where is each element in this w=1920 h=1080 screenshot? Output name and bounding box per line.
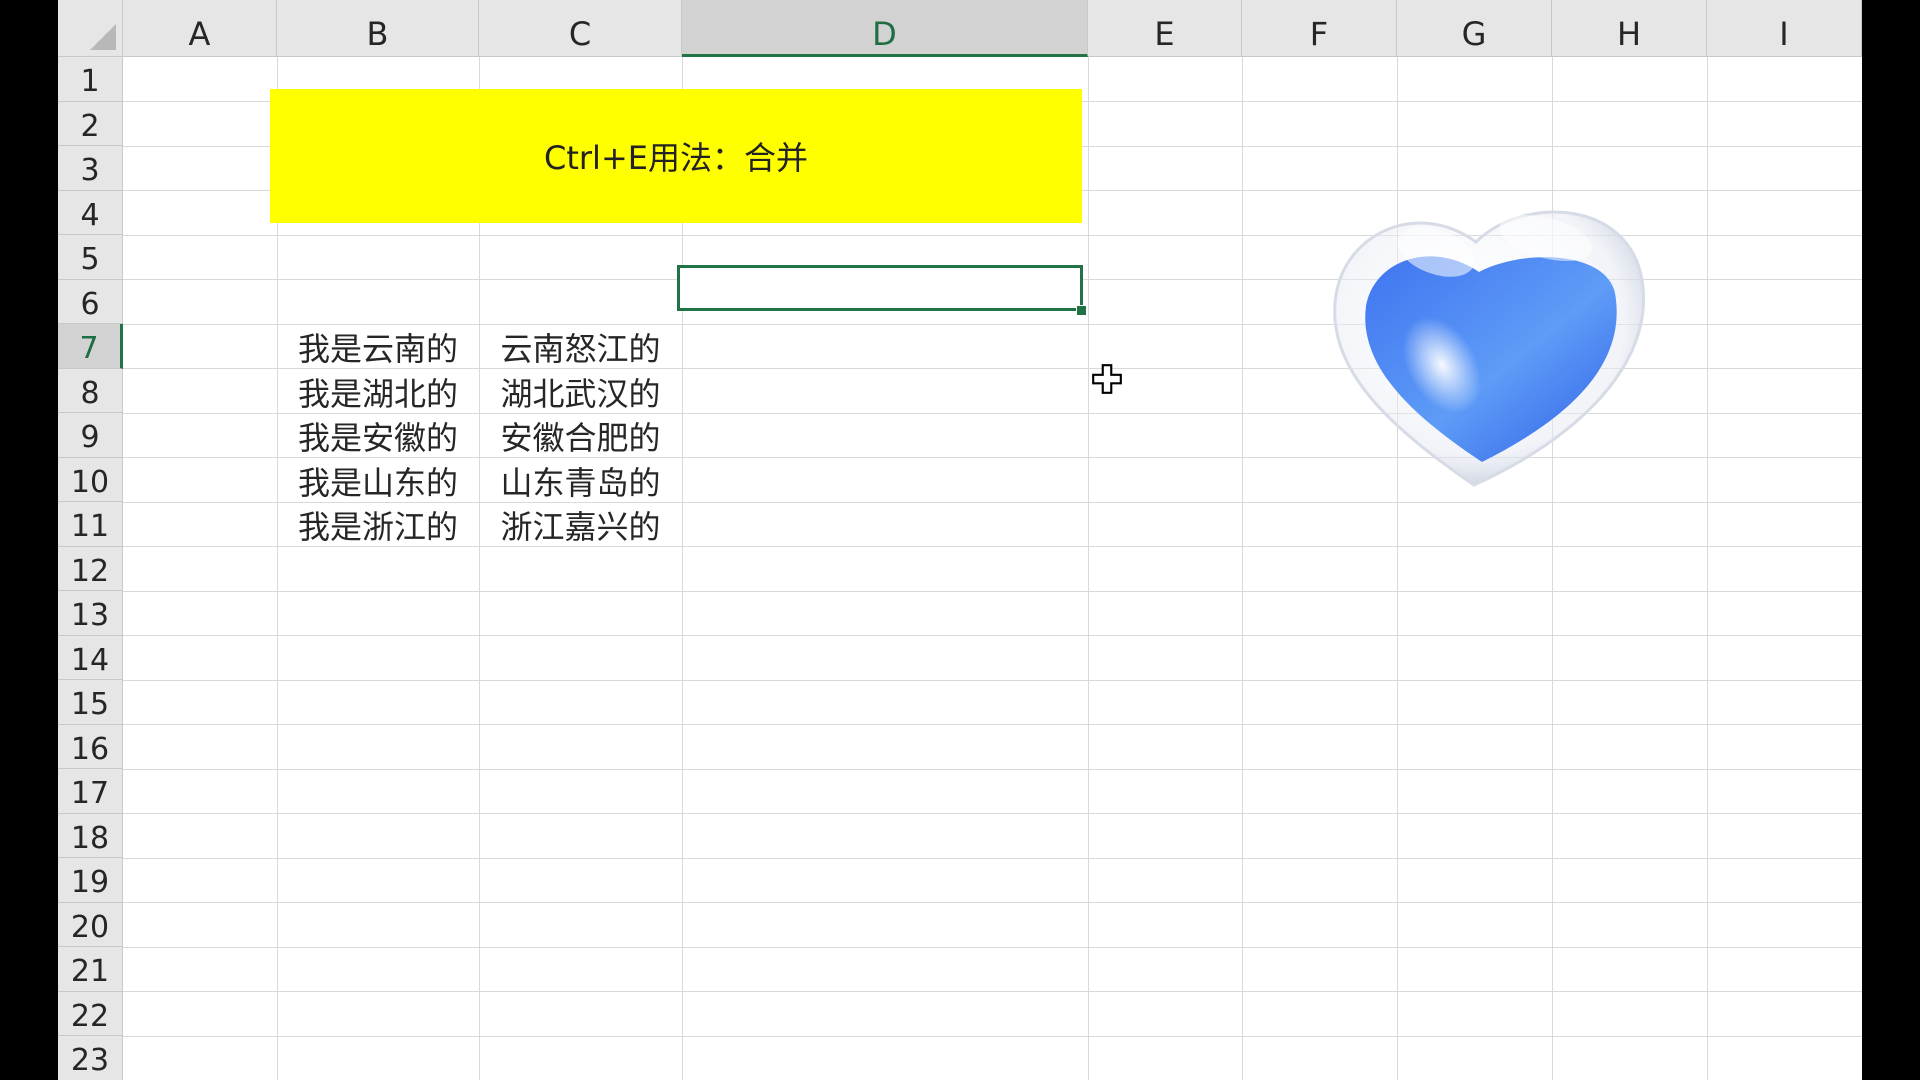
title-banner-merged-cell[interactable]: Ctrl+E用法：合并	[270, 89, 1082, 223]
cell-c9[interactable]: 安徽合肥的	[479, 413, 682, 458]
row-header-6[interactable]: 6	[58, 279, 123, 324]
row-header-16[interactable]: 16	[58, 724, 123, 769]
row-header-4[interactable]: 4	[58, 190, 123, 235]
row-header-20[interactable]: 20	[58, 902, 123, 947]
row-header-8[interactable]: 8	[58, 368, 123, 413]
gridline	[123, 902, 1862, 903]
row-header-5[interactable]: 5	[58, 235, 123, 280]
cell-c8[interactable]: 湖北武汉的	[479, 369, 682, 414]
gridline	[123, 991, 1862, 992]
row-header-19[interactable]: 19	[58, 858, 123, 903]
row-header-22[interactable]: 22	[58, 991, 123, 1036]
gridline	[123, 679, 1862, 681]
gridline	[1707, 57, 1708, 1080]
gridline	[1242, 57, 1243, 1080]
row-header-18[interactable]: 18	[58, 813, 123, 858]
row-header-21[interactable]: 21	[58, 947, 123, 992]
fill-cross-cursor-icon	[1092, 364, 1122, 394]
column-header-c[interactable]: C	[479, 0, 682, 57]
cell-b8[interactable]: 我是湖北的	[277, 369, 479, 414]
gridline	[123, 813, 1862, 814]
row-header-13[interactable]: 13	[58, 591, 123, 636]
row-header-17[interactable]: 17	[58, 769, 123, 814]
gridline	[123, 857, 1862, 859]
column-header-i[interactable]: I	[1707, 0, 1862, 57]
gridline	[123, 768, 1862, 770]
active-cell-d7[interactable]	[677, 265, 1083, 311]
column-header-bar: A B C D E F G H I	[123, 0, 1862, 57]
cell-c11[interactable]: 浙江嘉兴的	[479, 502, 682, 547]
blue-heart-sticker-icon	[1333, 210, 1645, 487]
cell-b10[interactable]: 我是山东的	[277, 458, 479, 503]
cell-c10[interactable]: 山东青岛的	[479, 458, 682, 503]
row-header-9[interactable]: 9	[58, 413, 123, 458]
select-all-corner[interactable]	[58, 0, 123, 57]
select-all-triangle-icon	[90, 24, 116, 50]
column-header-d[interactable]: D	[682, 0, 1088, 57]
row-header-10[interactable]: 10	[58, 457, 123, 502]
cell-b7[interactable]: 我是云南的	[277, 324, 479, 369]
row-header-12[interactable]: 12	[58, 546, 123, 591]
row-header-23[interactable]: 23	[58, 1036, 123, 1080]
row-header-3[interactable]: 3	[58, 146, 123, 191]
column-header-e[interactable]: E	[1088, 0, 1242, 57]
fill-handle[interactable]	[1076, 305, 1087, 316]
row-header-15[interactable]: 15	[58, 680, 123, 725]
cell-b9[interactable]: 我是安徽的	[277, 413, 479, 458]
title-banner-text: Ctrl+E用法：合并	[544, 139, 808, 177]
row-header-11[interactable]: 11	[58, 502, 123, 547]
row-header-2[interactable]: 2	[58, 101, 123, 146]
row-header-7[interactable]: 7	[58, 324, 123, 369]
column-header-h[interactable]: H	[1552, 0, 1707, 57]
column-header-g[interactable]: G	[1397, 0, 1552, 57]
column-header-a[interactable]: A	[123, 0, 277, 57]
row-header-14[interactable]: 14	[58, 635, 123, 680]
spreadsheet: A B C D E F G H I 1 2 3 4 5 6 7 8 9 10 1…	[58, 0, 1862, 1080]
gridline	[123, 590, 1862, 592]
gridline	[123, 946, 1862, 948]
gridline	[123, 635, 1862, 636]
column-header-f[interactable]: F	[1242, 0, 1397, 57]
column-header-b[interactable]: B	[277, 0, 479, 57]
cell-c7[interactable]: 云南怒江的	[479, 324, 682, 369]
row-header-bar: 1 2 3 4 5 6 7 8 9 10 11 12 13 14 15 16 1…	[58, 57, 123, 1080]
row-header-1[interactable]: 1	[58, 57, 123, 102]
gridline	[123, 724, 1862, 725]
cell-b11[interactable]: 我是浙江的	[277, 502, 479, 547]
gridline	[123, 1035, 1862, 1037]
gridline	[1088, 57, 1089, 1080]
